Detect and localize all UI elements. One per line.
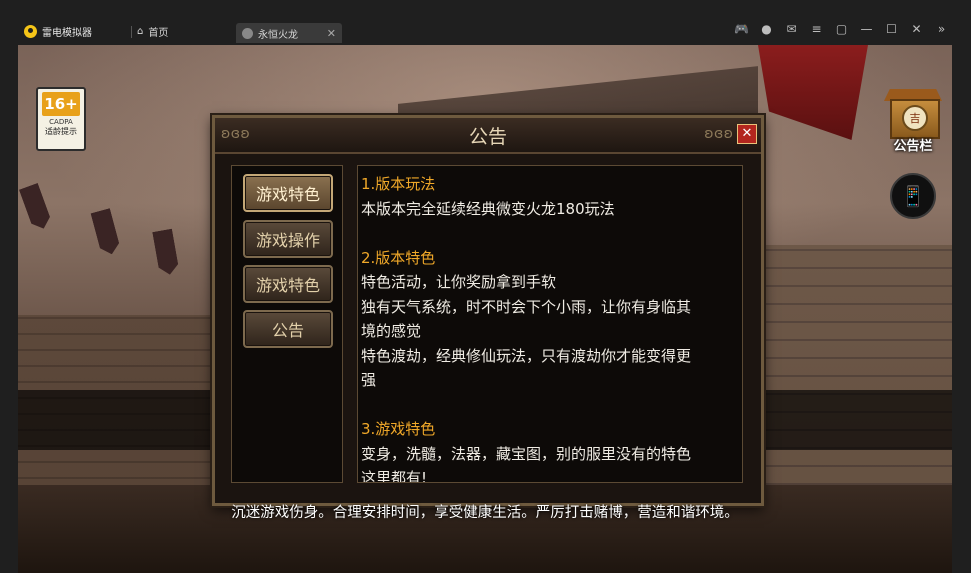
section-line: 变身，洗髓，法器，藏宝图，别的服里没有的特色 xyxy=(361,444,692,463)
category-button-features-2[interactable]: 游戏特色 xyxy=(243,265,333,303)
announcement-dialog: ʚ ɞ ʚ 公告 ʚ ɞ ʚ ✕ 游戏特色 游戏操作 游戏特色 公告 1.版本玩… xyxy=(212,115,764,506)
close-window-icon[interactable]: ✕ xyxy=(909,22,924,36)
section-line: 这里都有! xyxy=(361,469,428,483)
tab-close-icon[interactable]: ✕ xyxy=(327,27,336,40)
mail-icon[interactable]: ✉ xyxy=(784,22,799,36)
section-line: 本版本完全延续经典微变火龙180玩法 xyxy=(361,199,615,218)
tab-game-label: 永恒火龙 xyxy=(258,29,298,41)
gamepad-icon[interactable]: 🎮 xyxy=(734,22,749,36)
category-button-announcement[interactable]: 公告 xyxy=(243,310,333,348)
age-rating-org: CADPA xyxy=(49,118,73,126)
phone-tools-icon[interactable]: 📱 xyxy=(890,173,936,219)
section-title: 1.版本玩法 xyxy=(361,175,436,193)
category-button-controls[interactable]: 游戏操作 xyxy=(243,220,333,258)
age-rating-hint: 适龄提示 xyxy=(45,127,77,136)
dialog-close-button[interactable]: ✕ xyxy=(737,124,757,144)
notice-board-label: 公告栏 xyxy=(893,139,933,154)
health-gaming-notice: 沉迷游戏伤身。合理安排时间，享受健康生活。严厉打击赌博，营造和谐环境。 xyxy=(231,505,739,521)
announcement-content[interactable]: 1.版本玩法 本版本完全延续经典微变火龙180玩法 2.版本特色 特色活动，让你… xyxy=(357,165,743,483)
section-line: 特色渡劫，经典修仙玩法，只有渡劫你才能变得更 xyxy=(361,346,692,365)
category-button-features[interactable]: 游戏特色 xyxy=(243,174,333,212)
menu-icon[interactable]: ≡ xyxy=(809,22,824,36)
app-name: 雷电模拟器 xyxy=(42,28,92,39)
home-icon: ⌂ xyxy=(137,26,144,37)
restore-window-icon[interactable]: ▢ xyxy=(834,22,849,36)
notice-board-button[interactable]: 吉 公告栏 xyxy=(878,85,948,155)
section-line: 境的感觉 xyxy=(361,322,422,340)
minimize-icon[interactable]: — xyxy=(859,22,874,36)
category-panel: 游戏特色 游戏操作 游戏特色 公告 xyxy=(231,165,343,483)
tab-home[interactable]: ⌂ 首页 xyxy=(137,24,168,39)
game-tab-icon xyxy=(242,27,253,39)
notice-board-glyph: 吉 xyxy=(902,105,928,131)
age-rating-number: 16+ xyxy=(42,92,80,116)
account-icon[interactable]: ● xyxy=(759,22,774,36)
section-line: 独有天气系统，时不时会下个小雨，让你有身临其 xyxy=(361,297,692,316)
game-screen[interactable]: 16+ CADPA 适龄提示 吉 公告栏 📱 ʚ ɞ ʚ 公告 ʚ ɞ ʚ ✕ … xyxy=(18,45,952,573)
app-logo[interactable]: 雷电模拟器 xyxy=(24,24,92,39)
dialog-header: ʚ ɞ ʚ 公告 ʚ ɞ ʚ ✕ xyxy=(215,118,761,154)
age-rating-badge: 16+ CADPA 适龄提示 xyxy=(36,87,86,151)
announcement-text: 1.版本玩法 本版本完全延续经典微变火龙180玩法 2.版本特色 特色活动，让你… xyxy=(361,172,733,483)
section-title: 3.游戏特色 xyxy=(361,420,436,438)
ornament-right-icon: ʚ ɞ ʚ xyxy=(704,126,733,142)
titlebar-divider xyxy=(131,26,132,38)
section-line: 强 xyxy=(361,371,377,389)
section-title: 2.版本特色 xyxy=(361,248,436,267)
tab-home-label: 首页 xyxy=(148,28,169,39)
tab-game[interactable]: 永恒火龙 ✕ xyxy=(236,23,342,43)
maximize-icon[interactable]: ☐ xyxy=(884,22,899,36)
expand-sidebar-icon[interactable]: » xyxy=(934,22,949,36)
ldplayer-logo-icon xyxy=(24,25,37,38)
emulator-titlebar: 雷电模拟器 ⌂ 首页 永恒火龙 ✕ 🎮 ● ✉ ≡ ▢ — ☐ ✕ » xyxy=(0,0,971,45)
section-line: 特色活动，让你奖励拿到手软 xyxy=(361,273,557,291)
window-controls: 🎮 ● ✉ ≡ ▢ — ☐ ✕ » xyxy=(734,22,949,36)
